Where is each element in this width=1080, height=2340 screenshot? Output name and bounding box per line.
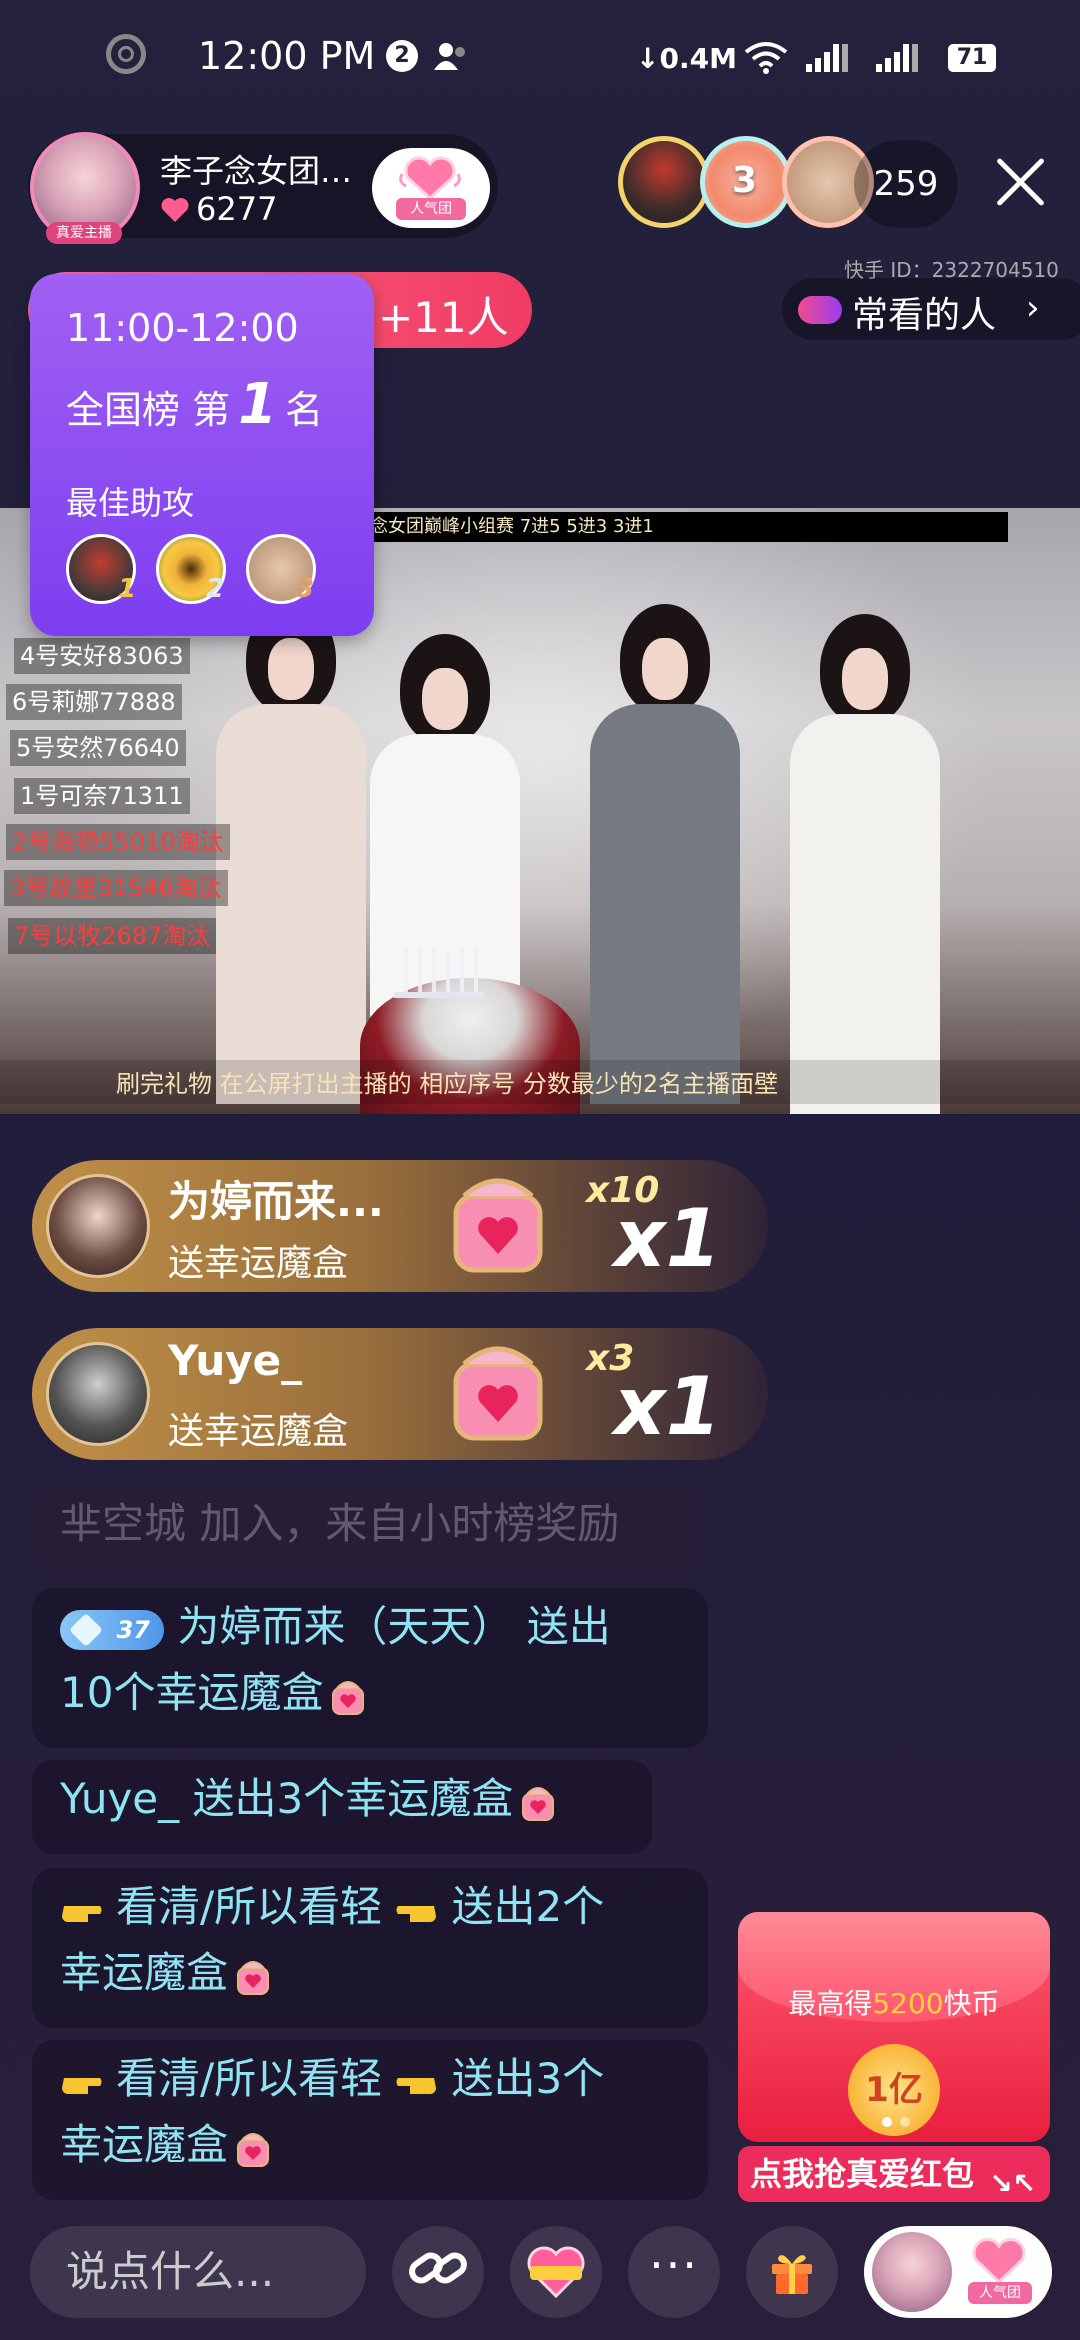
streamer-figure xyxy=(216,604,366,1114)
assist-rank-1: 1 xyxy=(118,574,137,604)
gift-sender-name: 为婷而来... xyxy=(168,1177,384,1226)
more-options-button[interactable]: ··· xyxy=(628,2226,720,2318)
grab-red-envelope-button[interactable]: 点我抢真爱红包 ↘↖ xyxy=(738,2146,1050,2202)
chat-message[interactable]: Yuye_ 送出3个幸运魔盒 xyxy=(32,1760,652,1854)
fan-heart-icon xyxy=(972,2238,1026,2285)
gift-sender-avatar[interactable] xyxy=(46,1342,150,1446)
score-line: 1号可奈71311 xyxy=(14,778,190,814)
gift-icon xyxy=(772,2255,812,2294)
link-icon[interactable] xyxy=(392,2226,484,2318)
chevron-right-icon: › xyxy=(1026,288,1040,328)
score-line: 6号莉娜77888 xyxy=(6,684,182,720)
crown-decoration xyxy=(394,948,484,998)
fan-heart-button[interactable] xyxy=(510,2226,602,2318)
pointing-hand-icon xyxy=(62,1905,102,1922)
rank-line: 全国榜 第1名 xyxy=(66,372,324,437)
assist-title: 最佳助攻 xyxy=(66,484,195,522)
fan-heart-icon xyxy=(399,156,461,200)
network-speed: ↓0.4M xyxy=(636,42,737,75)
signal-2-icon xyxy=(876,42,918,72)
score-line: 4号安好83063 xyxy=(14,638,190,674)
user-status-icon xyxy=(434,43,465,70)
score-line: 3号故里31546淘汰 xyxy=(4,870,228,906)
wifi-icon xyxy=(744,42,788,74)
carousel-dots xyxy=(878,2112,914,2131)
lucky-box-icon xyxy=(237,2132,270,2167)
chat-message[interactable]: 看清/所以看轻 送出2个 幸运魔盒 xyxy=(32,1868,708,2028)
pointing-hand-icon xyxy=(62,2077,102,2094)
fan-club-label: 人气团 xyxy=(396,198,466,220)
red-envelope-card[interactable]: 最高得5200快币 1亿 xyxy=(738,1912,1050,2142)
gift-action: 送幸运魔盒 xyxy=(168,1243,349,1284)
lucky-box-icon xyxy=(237,1960,270,1995)
envelope-reward-text: 最高得5200快币 xyxy=(788,1987,1000,2020)
assist-rank-3: 3 xyxy=(296,574,315,604)
record-status-icon xyxy=(106,34,146,74)
score-line: 5号安然76640 xyxy=(10,730,186,766)
lucky-box-icon xyxy=(453,1346,543,1441)
rank-value: 1 xyxy=(238,372,278,437)
close-icon[interactable] xyxy=(992,154,1048,210)
top-viewer-avatar-1[interactable] xyxy=(618,136,710,228)
often-watched-label: 常看的人 xyxy=(852,295,997,336)
pointing-hand-icon xyxy=(396,1905,437,1922)
host-avatar-small xyxy=(872,2232,952,2312)
comment-input[interactable]: 说点什么... xyxy=(30,2226,366,2318)
host-badge: 真爱主播 xyxy=(46,222,122,244)
lucky-box-icon xyxy=(332,1680,365,1715)
host-likes-count: 6277 xyxy=(196,190,278,228)
status-bar: 12:00 PM 2 ↓0.4M 71 xyxy=(0,0,1080,120)
notification-count-badge: 2 xyxy=(386,40,418,72)
chat-system-message: 芈空城 加入，来自小时榜奖励 xyxy=(32,1484,696,1574)
score-line: 7号以牧2687淘汰 xyxy=(8,918,217,954)
fan-club-entry[interactable]: 人气团 xyxy=(864,2226,1052,2318)
chat-message[interactable]: 37 为婷而来（天天） 送出 10个幸运魔盒 xyxy=(32,1588,708,1748)
viewer-count[interactable]: 259 xyxy=(854,140,958,228)
status-time: 12:00 PM xyxy=(198,34,376,78)
top-viewer-2-number: 3 xyxy=(732,160,758,201)
rank-time-range: 11:00-12:00 xyxy=(66,306,299,350)
stream-banner: 念女团巅峰小组赛 7进5 5进3 3进1 xyxy=(360,512,1008,542)
fan-club-button[interactable]: 人气团 xyxy=(372,148,490,228)
gift-button[interactable] xyxy=(746,2226,838,2318)
lucky-box-icon xyxy=(522,1786,555,1821)
gift-sender-name: Yuye_ xyxy=(168,1336,303,1385)
fan-club-label: 人气团 xyxy=(968,2282,1032,2304)
assist-rank-2: 2 xyxy=(206,574,225,604)
score-line: 2号海艳55010淘汰 xyxy=(6,824,230,860)
stream-caption: 刷完礼物 在公屏打出主播的 相应序号 分数最少的2名主播面壁 xyxy=(116,1070,779,1098)
gift-sender-avatar[interactable] xyxy=(46,1174,150,1278)
streamer-figure xyxy=(790,614,940,1114)
gift-combo-count: x1 xyxy=(614,1360,722,1453)
often-watched-icon xyxy=(798,296,842,324)
gift-combo-count: x1 xyxy=(614,1192,722,1285)
collapse-icon[interactable]: ↘↖ xyxy=(989,2156,1036,2212)
battery-icon: 71 xyxy=(948,44,996,72)
signal-1-icon xyxy=(806,42,848,72)
heart-gift-icon xyxy=(527,2246,585,2299)
pointing-hand-icon xyxy=(396,2077,437,2094)
chat-message[interactable]: 看清/所以看轻 送出3个 幸运魔盒 xyxy=(32,2040,708,2200)
lucky-box-icon xyxy=(453,1178,543,1273)
user-level-badge: 37 xyxy=(60,1609,164,1650)
heart-icon xyxy=(161,198,189,222)
often-watched-button[interactable]: 常看的人 › xyxy=(782,278,1080,340)
host-name[interactable]: 李子念女团… xyxy=(160,146,352,192)
promo-pill-text: +11人 xyxy=(378,293,509,342)
gift-action: 送幸运魔盒 xyxy=(168,1411,349,1452)
streamer-figure xyxy=(590,604,740,1114)
